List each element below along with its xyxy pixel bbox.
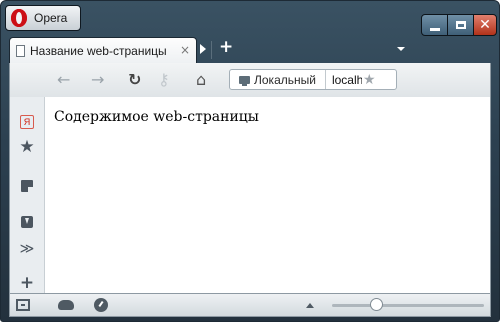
monitor-icon xyxy=(239,75,250,86)
page-icon xyxy=(16,44,25,57)
reload-button[interactable]: ↻ xyxy=(128,71,141,89)
sidebar-item-notes[interactable] xyxy=(10,177,44,196)
unite-cloud-icon[interactable] xyxy=(58,300,74,310)
status-bar xyxy=(9,293,491,317)
new-tab-button[interactable]: + xyxy=(219,37,233,57)
address-badge-label[interactable]: Локальный xyxy=(254,73,316,87)
browser-window: Opera ✕ Название web-страницы × + ← → ↻ … xyxy=(0,0,500,322)
zoom-menu-arrow-icon[interactable] xyxy=(306,303,314,308)
tab-divider xyxy=(211,41,212,59)
yandex-icon: Я xyxy=(20,115,34,129)
opera-menu-label: Opera xyxy=(34,11,68,25)
turbo-speedometer-icon[interactable] xyxy=(94,298,108,312)
tab-title: Название web-страницы xyxy=(30,43,167,58)
minimize-button[interactable] xyxy=(421,14,449,36)
tab-close-icon[interactable]: × xyxy=(180,43,190,57)
maximize-icon xyxy=(456,21,466,29)
toggle-panel-icon[interactable] xyxy=(16,299,30,311)
tab-scroll-arrow-icon[interactable] xyxy=(200,44,206,54)
download-icon xyxy=(21,216,33,228)
minimize-icon xyxy=(430,27,440,31)
sidebar-item-yandex[interactable]: Я xyxy=(10,110,44,129)
sidebar-more-chevron-icon[interactable]: ≫ xyxy=(10,241,44,257)
close-window-button[interactable]: ✕ xyxy=(473,14,497,36)
home-button[interactable]: ⌂ xyxy=(196,71,206,89)
address-url[interactable]: localhost xyxy=(332,73,362,87)
sidebar-add-panel-button[interactable]: + xyxy=(10,273,44,293)
opera-menu-button[interactable]: Opera xyxy=(5,5,81,31)
notes-icon xyxy=(21,180,33,192)
wand-key-icon[interactable]: ⚷ xyxy=(158,71,170,89)
bookmark-star-icon[interactable]: ★ xyxy=(363,72,376,88)
zoom-slider-thumb[interactable] xyxy=(370,298,383,311)
opera-logo-icon xyxy=(11,9,27,27)
sidebar-item-bookmarks[interactable]: ★ xyxy=(10,137,44,157)
zoom-slider-track[interactable] xyxy=(332,304,484,307)
address-field[interactable]: Локальный localhost ★ xyxy=(229,69,397,90)
forward-button[interactable]: → xyxy=(91,71,104,89)
address-divider xyxy=(324,70,326,89)
tabs-menu-chevron-down-icon[interactable] xyxy=(397,47,405,51)
page-content: Содержимое web-страницы xyxy=(45,97,491,293)
maximize-button[interactable] xyxy=(447,14,475,36)
navigation-toolbar: ← → ↻ ⚷ ⌂ Локальный localhost ★ xyxy=(9,63,491,97)
page-body-text: Содержимое web-страницы xyxy=(54,109,259,125)
back-button[interactable]: ← xyxy=(57,71,70,89)
tab-active[interactable]: Название web-страницы × xyxy=(9,37,197,63)
panel-sidebar: Я ★ ≫ + xyxy=(9,97,45,293)
sidebar-item-downloads[interactable] xyxy=(10,213,44,232)
close-window-icon: ✕ xyxy=(479,17,491,33)
